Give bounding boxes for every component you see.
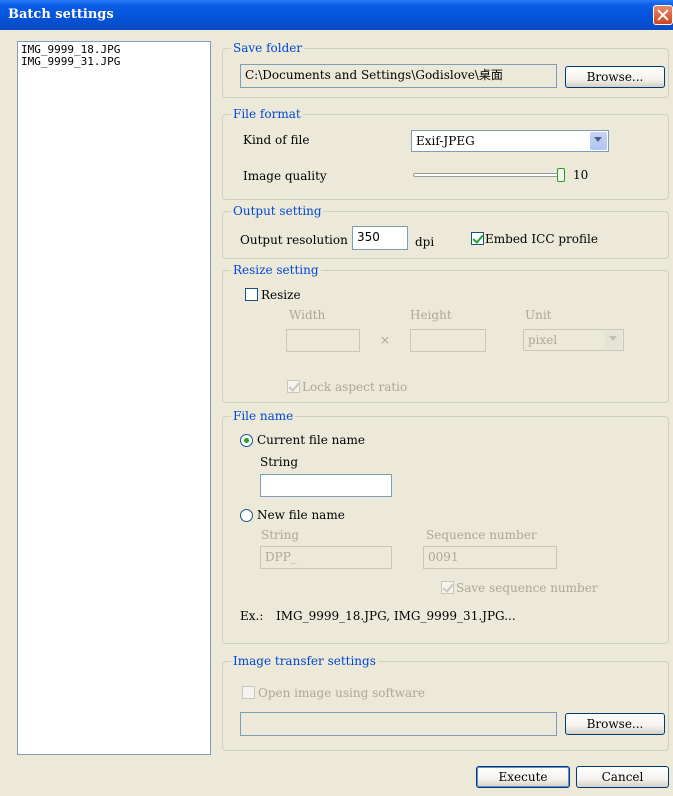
new-file-name-label: New file name	[257, 508, 345, 522]
height-label: Height	[410, 308, 452, 322]
open-image-checkbox[interactable]	[242, 686, 255, 699]
file-format-group: File format Kind of file Exif-JPEG Image…	[222, 107, 669, 200]
resize-label: Resize	[261, 288, 301, 302]
file-name-legend: File name	[231, 409, 296, 423]
close-icon[interactable]	[653, 5, 673, 25]
string-label: String	[260, 455, 299, 469]
image-quality-slider-track[interactable]	[413, 173, 563, 177]
dpi-unit-label: dpi	[415, 235, 435, 249]
example-label: Ex.:	[240, 609, 264, 623]
embed-icc-checkbox[interactable]	[471, 232, 484, 245]
resize-setting-group: Resize setting Resize Width Height Unit …	[222, 263, 669, 403]
chevron-down-icon[interactable]	[590, 132, 607, 150]
lock-aspect-checkbox[interactable]	[287, 380, 300, 393]
image-quality-label: Image quality	[243, 169, 327, 183]
new-file-name-radio[interactable]	[240, 509, 253, 522]
save-folder-legend: Save folder	[231, 41, 305, 55]
image-transfer-group: Image transfer settings Open image using…	[222, 654, 669, 751]
sequence-number-label: Sequence number	[426, 528, 537, 542]
title-bar: Batch settings	[0, 0, 673, 30]
unit-select[interactable]: pixel	[523, 329, 624, 351]
example-value: IMG_9999_18.JPG, IMG_9999_31.JPG...	[276, 609, 516, 623]
sequence-number-input[interactable]: 0091	[423, 546, 557, 569]
image-transfer-legend: Image transfer settings	[231, 654, 378, 668]
height-input[interactable]	[410, 329, 486, 352]
resize-setting-legend: Resize setting	[231, 263, 321, 277]
window-title: Batch settings	[8, 7, 114, 22]
output-resolution-input[interactable]: 350	[352, 226, 408, 250]
times-sign: ×	[380, 333, 391, 347]
software-path-input[interactable]	[240, 712, 557, 736]
chevron-down-icon[interactable]	[605, 331, 622, 349]
transfer-browse-button[interactable]: Browse...	[565, 713, 665, 735]
lock-aspect-label: Lock aspect ratio	[302, 380, 408, 394]
kind-of-file-select[interactable]: Exif-JPEG	[411, 130, 609, 152]
output-setting-group: Output setting Output resolution 350 dpi…	[222, 204, 669, 259]
save-folder-path: C:\Documents and Settings\Godislove\桌面	[240, 64, 557, 88]
current-string-input[interactable]	[260, 474, 392, 497]
save-folder-browse-button[interactable]: Browse...	[565, 66, 665, 88]
current-file-name-radio[interactable]	[240, 434, 253, 447]
file-name-group: File name Current file name String New f…	[222, 409, 669, 644]
image-quality-value: 10	[573, 168, 589, 182]
execute-button[interactable]: Execute	[476, 766, 570, 788]
save-folder-group: Save folder C:\Documents and Settings\Go…	[222, 41, 669, 98]
kind-of-file-value: Exif-JPEG	[416, 134, 475, 148]
unit-label: Unit	[525, 308, 552, 322]
width-input[interactable]	[286, 329, 360, 352]
output-resolution-label: Output resolution	[240, 233, 348, 247]
cancel-button[interactable]: Cancel	[576, 766, 669, 788]
new-string-label: String	[261, 528, 300, 542]
save-sequence-checkbox[interactable]	[441, 581, 454, 594]
current-file-name-label: Current file name	[257, 433, 365, 447]
kind-of-file-label: Kind of file	[243, 133, 310, 147]
resize-checkbox[interactable]	[245, 288, 258, 301]
output-setting-legend: Output setting	[231, 204, 324, 218]
file-list[interactable]: IMG_9999_18.JPG IMG_9999_31.JPG	[17, 41, 211, 755]
list-item[interactable]: IMG_9999_31.JPG	[21, 56, 207, 68]
save-sequence-label: Save sequence number	[456, 581, 598, 595]
new-string-input[interactable]: DPP_	[260, 546, 392, 569]
embed-icc-label: Embed ICC profile	[485, 232, 598, 246]
image-quality-slider-thumb[interactable]	[557, 168, 565, 182]
file-format-legend: File format	[231, 107, 303, 121]
width-label: Width	[289, 308, 326, 322]
open-image-label: Open image using software	[258, 686, 425, 700]
unit-select-value: pixel	[528, 333, 558, 347]
